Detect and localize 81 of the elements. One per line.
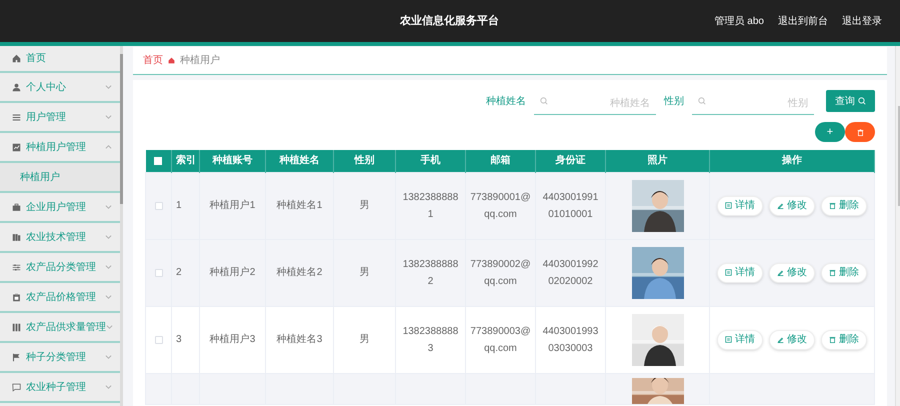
table-cell: 男: [334, 172, 396, 239]
row-action-button[interactable]: 详情: [717, 196, 763, 216]
query-button[interactable]: 查询: [826, 90, 875, 112]
breadcrumb-item[interactable]: 首页: [143, 53, 163, 68]
column-header: 索引: [172, 150, 200, 172]
row-action-button[interactable]: 修改: [769, 262, 815, 282]
search-field[interactable]: 性别: [692, 93, 814, 115]
table-cell: 1: [172, 172, 200, 239]
sidebar-subitem[interactable]: 种植用户: [0, 163, 120, 191]
row-action-button[interactable]: 删除: [821, 330, 867, 350]
table-cell: 男: [334, 306, 396, 373]
header-link[interactable]: 退出到前台: [778, 14, 828, 28]
field-label: 种植姓名: [486, 94, 526, 108]
row-action-button[interactable]: 删除: [821, 262, 867, 282]
person-icon: [12, 82, 21, 92]
header-link[interactable]: 退出登录: [842, 14, 882, 28]
column-header: 照片: [606, 150, 710, 172]
column-header: 种植账号: [200, 150, 266, 172]
table-cell: 773890002@qq.com: [466, 239, 536, 306]
briefcase-icon: [12, 202, 21, 212]
search-icon: [698, 97, 706, 105]
table-cell: 13823888881: [396, 172, 466, 239]
column-header: 邮箱: [466, 150, 536, 172]
table-cell: 440300199202020002: [536, 239, 606, 306]
table-cell: 男: [334, 239, 396, 306]
trash-icon: [829, 269, 836, 276]
table-cell: 种植姓名3: [266, 306, 334, 373]
table-cell: 种植用户2: [200, 239, 266, 306]
home-icon: [168, 57, 175, 64]
column-header: 操作: [710, 150, 874, 172]
breadcrumb-item: 种植用户: [180, 54, 220, 68]
table-cell: 种植姓名2: [266, 239, 334, 306]
header-link[interactable]: 管理员 abo: [714, 14, 764, 28]
row-action-button[interactable]: 删除: [821, 196, 867, 216]
trash-icon: [856, 128, 864, 136]
table-cell: 种植姓名1: [266, 172, 334, 239]
row-checkbox[interactable]: [154, 268, 162, 276]
flag-icon: [12, 352, 21, 362]
pencil-icon: [777, 336, 784, 343]
pencil-icon: [777, 269, 784, 276]
search-icon: [540, 97, 548, 105]
chart-icon: [12, 142, 21, 152]
search-icon: [858, 97, 866, 105]
document-icon: [725, 269, 732, 276]
table-cell: 773890003@qq.com: [466, 306, 536, 373]
row-action-button[interactable]: 详情: [717, 330, 763, 350]
column-header: 手机: [396, 150, 466, 172]
add-button[interactable]: +: [815, 122, 845, 142]
row-action-button[interactable]: 修改: [769, 196, 815, 216]
trash-icon: [829, 336, 836, 343]
table-cell: 773890001@qq.com: [466, 172, 536, 239]
table-cell: 13823888882: [396, 239, 466, 306]
books-icon: [12, 232, 21, 242]
table-cell: 3: [172, 306, 200, 373]
table-cell: 440300199303030003: [536, 306, 606, 373]
field-label: 性别: [664, 94, 684, 108]
table-cell: 2: [172, 239, 200, 306]
table-cell: 440300199101010001: [536, 172, 606, 239]
row-action-button[interactable]: 详情: [717, 262, 763, 282]
trash-icon: [829, 202, 836, 209]
column-header: 性别: [334, 150, 396, 172]
table-cell: 种植用户1: [200, 172, 266, 239]
column-header: 种植姓名: [266, 150, 334, 172]
table-cell: 种植用户3: [200, 306, 266, 373]
table-cell: 13823888883: [396, 306, 466, 373]
list-icon: [12, 112, 21, 122]
columns-icon: [12, 322, 21, 332]
row-checkbox[interactable]: [154, 202, 162, 210]
chat-icon: [12, 382, 21, 392]
search-field[interactable]: 种植姓名: [534, 93, 656, 115]
document-icon: [725, 336, 732, 343]
sliders-icon: [12, 262, 21, 272]
delete-button[interactable]: [845, 122, 875, 142]
column-header: 身份证: [536, 150, 606, 172]
document-icon: [725, 202, 732, 209]
home-icon: [12, 54, 21, 63]
app-title: 农业信息化服务平台: [400, 14, 499, 29]
clipboard-icon: [12, 292, 21, 302]
pencil-icon: [777, 202, 784, 209]
row-checkbox[interactable]: [154, 336, 162, 344]
row-action-button[interactable]: 修改: [769, 330, 815, 350]
